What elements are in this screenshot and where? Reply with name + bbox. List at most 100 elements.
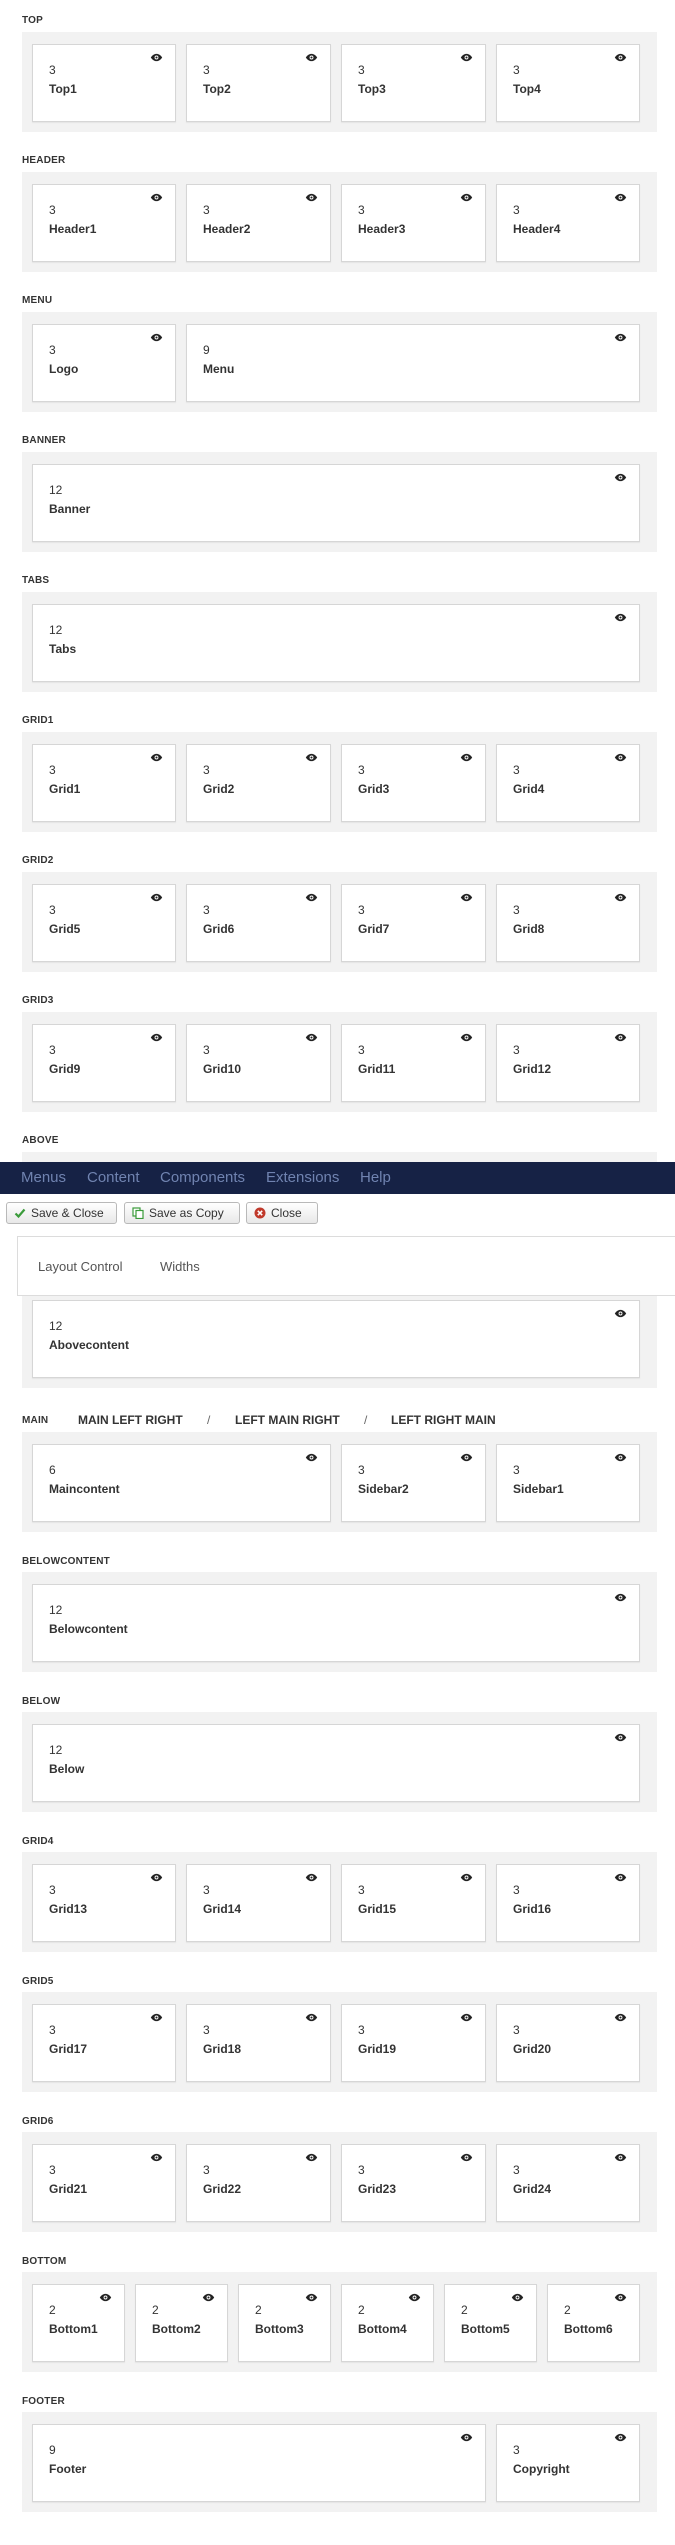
save-as-copy-button[interactable]: Save as Copy bbox=[124, 1202, 240, 1224]
position-card-header1[interactable]: 3 Header1 bbox=[32, 184, 176, 262]
eye-icon[interactable] bbox=[150, 1873, 163, 1882]
eye-icon[interactable] bbox=[460, 753, 473, 762]
position-card-grid22[interactable]: 3 Grid22 bbox=[186, 2144, 331, 2222]
position-card-grid12[interactable]: 3 Grid12 bbox=[496, 1024, 640, 1102]
position-card-header2[interactable]: 3 Header2 bbox=[186, 184, 331, 262]
position-card-grid21[interactable]: 3 Grid21 bbox=[32, 2144, 176, 2222]
position-card-grid18[interactable]: 3 Grid18 bbox=[186, 2004, 331, 2082]
eye-icon[interactable] bbox=[614, 1593, 627, 1602]
eye-icon[interactable] bbox=[150, 193, 163, 202]
position-card-header4[interactable]: 3 Header4 bbox=[496, 184, 640, 262]
position-card-top3[interactable]: 3 Top3 bbox=[341, 44, 486, 122]
nav-help[interactable]: Help bbox=[360, 1162, 391, 1194]
eye-icon[interactable] bbox=[614, 753, 627, 762]
save-close-button[interactable]: Save & Close bbox=[6, 1202, 117, 1224]
position-card-grid23[interactable]: 3 Grid23 bbox=[341, 2144, 486, 2222]
eye-icon[interactable] bbox=[150, 2153, 163, 2162]
eye-icon[interactable] bbox=[460, 2013, 473, 2022]
eye-icon[interactable] bbox=[460, 1873, 473, 1882]
eye-icon[interactable] bbox=[460, 2153, 473, 2162]
eye-icon[interactable] bbox=[460, 893, 473, 902]
position-card-grid10[interactable]: 3 Grid10 bbox=[186, 1024, 331, 1102]
layout-option-main-left-right[interactable]: MAIN LEFT RIGHT bbox=[78, 1413, 183, 1427]
position-card-grid24[interactable]: 3 Grid24 bbox=[496, 2144, 640, 2222]
position-card-bottom1[interactable]: 2 Bottom1 bbox=[32, 2284, 125, 2362]
eye-icon[interactable] bbox=[614, 1033, 627, 1042]
position-card-footer[interactable]: 9 Footer bbox=[32, 2424, 486, 2502]
eye-icon[interactable] bbox=[460, 193, 473, 202]
position-card-grid5[interactable]: 3 Grid5 bbox=[32, 884, 176, 962]
eye-icon[interactable] bbox=[614, 53, 627, 62]
position-card-grid13[interactable]: 3 Grid13 bbox=[32, 1864, 176, 1942]
eye-icon[interactable] bbox=[150, 893, 163, 902]
position-card-grid8[interactable]: 3 Grid8 bbox=[496, 884, 640, 962]
position-card-grid11[interactable]: 3 Grid11 bbox=[341, 1024, 486, 1102]
eye-icon[interactable] bbox=[614, 1873, 627, 1882]
tab-widths[interactable]: Widths bbox=[160, 1237, 200, 1297]
eye-icon[interactable] bbox=[305, 753, 318, 762]
eye-icon[interactable] bbox=[150, 2013, 163, 2022]
eye-icon[interactable] bbox=[614, 613, 627, 622]
position-card-banner[interactable]: 12 Banner bbox=[32, 464, 640, 542]
position-card-grid3[interactable]: 3 Grid3 bbox=[341, 744, 486, 822]
position-card-sidebar1[interactable]: 3 Sidebar1 bbox=[496, 1444, 640, 1522]
nav-menus[interactable]: Menus bbox=[21, 1162, 66, 1194]
position-card-bottom6[interactable]: 2 Bottom6 bbox=[547, 2284, 640, 2362]
position-card-grid20[interactable]: 3 Grid20 bbox=[496, 2004, 640, 2082]
position-card-top4[interactable]: 3 Top4 bbox=[496, 44, 640, 122]
eye-icon[interactable] bbox=[150, 333, 163, 342]
eye-icon[interactable] bbox=[614, 1453, 627, 1462]
eye-icon[interactable] bbox=[460, 53, 473, 62]
eye-icon[interactable] bbox=[305, 1033, 318, 1042]
eye-icon[interactable] bbox=[614, 473, 627, 482]
tab-layout-control[interactable]: Layout Control bbox=[38, 1237, 123, 1297]
position-card-bottom5[interactable]: 2 Bottom5 bbox=[444, 2284, 537, 2362]
eye-icon[interactable] bbox=[614, 2433, 627, 2442]
eye-icon[interactable] bbox=[305, 893, 318, 902]
position-card-grid4[interactable]: 3 Grid4 bbox=[496, 744, 640, 822]
eye-icon[interactable] bbox=[150, 1033, 163, 1042]
position-card-grid15[interactable]: 3 Grid15 bbox=[341, 1864, 486, 1942]
eye-icon[interactable] bbox=[305, 2293, 318, 2302]
eye-icon[interactable] bbox=[305, 1873, 318, 1882]
eye-icon[interactable] bbox=[614, 333, 627, 342]
nav-content[interactable]: Content bbox=[87, 1162, 140, 1194]
eye-icon[interactable] bbox=[614, 2013, 627, 2022]
eye-icon[interactable] bbox=[305, 2013, 318, 2022]
nav-components[interactable]: Components bbox=[160, 1162, 245, 1194]
eye-icon[interactable] bbox=[408, 2293, 421, 2302]
nav-extensions[interactable]: Extensions bbox=[266, 1162, 339, 1194]
position-card-abovecontent[interactable]: 12 Abovecontent bbox=[32, 1300, 640, 1378]
eye-icon[interactable] bbox=[614, 1309, 627, 1318]
eye-icon[interactable] bbox=[614, 2293, 627, 2302]
eye-icon[interactable] bbox=[460, 2433, 473, 2442]
eye-icon[interactable] bbox=[150, 753, 163, 762]
eye-icon[interactable] bbox=[305, 53, 318, 62]
eye-icon[interactable] bbox=[614, 1733, 627, 1742]
eye-icon[interactable] bbox=[511, 2293, 524, 2302]
position-card-grid19[interactable]: 3 Grid19 bbox=[341, 2004, 486, 2082]
layout-option-left-right-main[interactable]: LEFT RIGHT MAIN bbox=[391, 1413, 496, 1427]
position-card-below[interactable]: 12 Below bbox=[32, 1724, 640, 1802]
position-card-grid9[interactable]: 3 Grid9 bbox=[32, 1024, 176, 1102]
eye-icon[interactable] bbox=[202, 2293, 215, 2302]
position-card-bottom2[interactable]: 2 Bottom2 bbox=[135, 2284, 228, 2362]
position-card-grid17[interactable]: 3 Grid17 bbox=[32, 2004, 176, 2082]
position-card-header3[interactable]: 3 Header3 bbox=[341, 184, 486, 262]
position-card-menu[interactable]: 9 Menu bbox=[186, 324, 640, 402]
position-card-bottom4[interactable]: 2 Bottom4 bbox=[341, 2284, 434, 2362]
position-card-grid14[interactable]: 3 Grid14 bbox=[186, 1864, 331, 1942]
position-card-sidebar2[interactable]: 3 Sidebar2 bbox=[341, 1444, 486, 1522]
position-card-top1[interactable]: 3 Top1 bbox=[32, 44, 176, 122]
close-button[interactable]: Close bbox=[246, 1202, 318, 1224]
position-card-bottom3[interactable]: 2 Bottom3 bbox=[238, 2284, 331, 2362]
eye-icon[interactable] bbox=[305, 2153, 318, 2162]
position-card-grid1[interactable]: 3 Grid1 bbox=[32, 744, 176, 822]
eye-icon[interactable] bbox=[99, 2293, 112, 2302]
position-card-grid6[interactable]: 3 Grid6 bbox=[186, 884, 331, 962]
eye-icon[interactable] bbox=[150, 53, 163, 62]
eye-icon[interactable] bbox=[305, 193, 318, 202]
position-card-logo[interactable]: 3 Logo bbox=[32, 324, 176, 402]
eye-icon[interactable] bbox=[460, 1033, 473, 1042]
eye-icon[interactable] bbox=[614, 2153, 627, 2162]
